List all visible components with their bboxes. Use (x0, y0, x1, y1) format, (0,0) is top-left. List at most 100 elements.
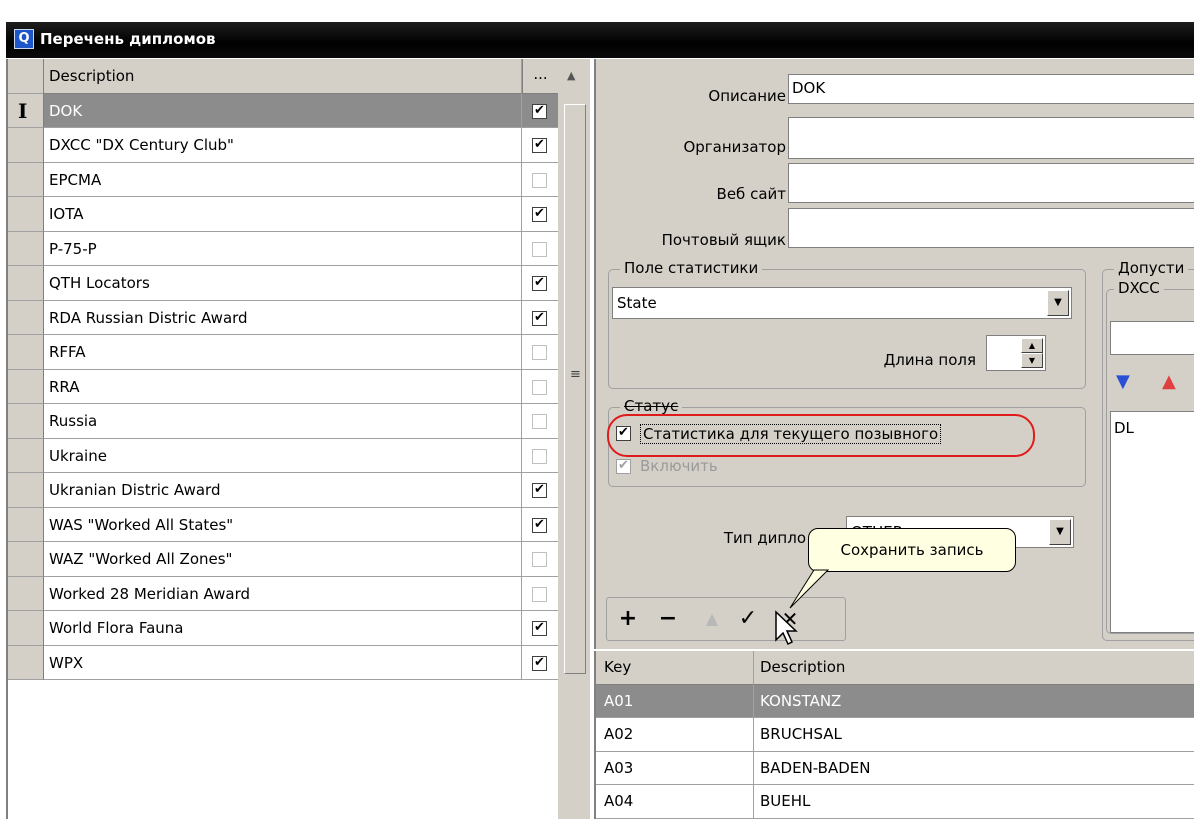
row-key[interactable]: A01 (596, 684, 754, 718)
table-row[interactable]: A02 BRUCHSAL (596, 718, 1194, 752)
award-enabled-checkbox[interactable]: ✔ (522, 508, 558, 542)
award-enabled-checkbox[interactable]: ✔ (522, 128, 558, 163)
row-indicator[interactable] (8, 231, 44, 266)
award-enabled-checkbox[interactable]: ✔ (522, 266, 558, 301)
dropdown-arrow-icon[interactable]: ▼ (1047, 290, 1069, 316)
list-item[interactable]: Ukranian Distric Award ✔ (8, 473, 558, 508)
award-description[interactable]: EPCMA (44, 162, 522, 197)
award-description[interactable]: RRA (44, 369, 522, 404)
list-item[interactable]: RDA Russian Distric Award ✔ (8, 300, 558, 335)
row-key[interactable]: A03 (596, 751, 754, 785)
award-enabled-checkbox[interactable] (522, 232, 558, 266)
list-item[interactable]: DXCC "DX Century Club" ✔ (8, 128, 558, 163)
field-length-spinner[interactable]: ▲ ▼ (986, 335, 1046, 371)
award-description[interactable]: WPX (44, 645, 522, 680)
list-item[interactable]: WPX ✔ (8, 645, 558, 680)
row-key[interactable]: A02 (596, 718, 754, 752)
row-indicator[interactable] (8, 162, 44, 197)
table-row[interactable]: A01 KONSTANZ (596, 684, 1194, 718)
award-enabled-checkbox[interactable]: ✔ (522, 611, 558, 646)
list-item[interactable]: Ukraine (8, 438, 558, 473)
organizer-field[interactable] (788, 117, 1194, 159)
list-item[interactable]: WAS "Worked All States" ✔ (8, 507, 558, 542)
row-indicator[interactable] (8, 335, 44, 370)
award-enabled-checkbox[interactable]: ✔ (522, 473, 558, 508)
stats-field-select[interactable]: State ▼ (612, 287, 1072, 319)
scroll-up-arrow-icon[interactable]: ▲ (567, 69, 575, 82)
award-enabled-checkbox[interactable]: ✔ (522, 646, 558, 680)
scroll-thumb[interactable]: ≡ (564, 104, 586, 674)
column-header-key[interactable]: Key (596, 651, 754, 685)
row-indicator[interactable] (8, 438, 44, 473)
row-indicator[interactable] (8, 507, 44, 542)
delete-record-button[interactable]: − (653, 604, 683, 634)
move-down-blue-icon[interactable]: ▼ (1116, 371, 1130, 392)
row-indicator[interactable] (8, 473, 44, 508)
award-description[interactable]: IOTA (44, 197, 522, 232)
row-indicator[interactable]: I (8, 93, 44, 128)
mailbox-field[interactable] (788, 208, 1194, 248)
award-description[interactable]: Russia (44, 404, 522, 439)
column-header-description[interactable]: Description (754, 651, 1194, 685)
award-description[interactable]: Ukraine (44, 438, 522, 473)
award-description[interactable]: Ukranian Distric Award (44, 473, 522, 508)
award-description[interactable]: P-75-P (44, 231, 522, 266)
column-header-description[interactable]: Description (44, 59, 522, 94)
award-description[interactable]: Worked 28 Meridian Award (44, 576, 522, 611)
award-description[interactable]: RDA Russian Distric Award (44, 300, 522, 335)
award-description[interactable]: WAZ "Worked All Zones" (44, 542, 522, 577)
row-indicator[interactable] (8, 197, 44, 232)
add-record-button[interactable]: + (613, 604, 643, 634)
list-item[interactable]: RRA (8, 369, 558, 404)
website-field[interactable] (788, 163, 1194, 203)
move-up-red-icon[interactable]: ▲ (1162, 371, 1176, 392)
award-description[interactable]: RFFA (44, 335, 522, 370)
award-enabled-checkbox[interactable] (522, 577, 558, 611)
column-header-flag[interactable]: ... (522, 59, 558, 94)
award-description[interactable]: QTH Locators (44, 266, 522, 301)
list-item[interactable]: World Flora Fauna ✔ (8, 611, 558, 646)
list-item[interactable]: Russia (8, 404, 558, 439)
list-scrollbar[interactable]: ▲ ≡ (560, 59, 590, 819)
row-indicator[interactable] (8, 300, 44, 335)
award-enabled-checkbox[interactable] (522, 404, 558, 439)
list-item[interactable]: RFFA (8, 335, 558, 370)
award-enabled-checkbox[interactable]: ✔ (522, 93, 558, 128)
row-indicator[interactable] (8, 128, 44, 163)
award-enabled-checkbox[interactable]: ✔ (522, 301, 558, 335)
table-row[interactable]: A03 BADEN-BADEN (596, 751, 1194, 785)
move-up-button[interactable]: ▲ (697, 604, 727, 634)
row-description[interactable]: BADEN-BADEN (754, 752, 1194, 785)
award-enabled-checkbox[interactable] (522, 439, 558, 473)
list-item[interactable]: P-75-P (8, 231, 558, 266)
award-enabled-checkbox[interactable] (522, 335, 558, 370)
row-indicator[interactable] (8, 645, 44, 680)
list-item[interactable]: I DOK ✔ (8, 93, 558, 128)
row-indicator[interactable] (8, 266, 44, 301)
save-record-button[interactable]: ✓ (733, 604, 763, 634)
award-description[interactable]: WAS "Worked All States" (44, 507, 522, 542)
title-bar[interactable]: Q Перечень дипломов (0, 0, 1194, 59)
dropdown-arrow-icon[interactable]: ▼ (1049, 519, 1071, 545)
award-enabled-checkbox[interactable] (522, 542, 558, 577)
spin-down-icon[interactable]: ▼ (1021, 353, 1043, 368)
dxcc-input[interactable] (1110, 321, 1194, 355)
list-item[interactable]: EPCMA (8, 162, 558, 197)
award-enabled-checkbox[interactable] (522, 370, 558, 404)
spin-up-icon[interactable]: ▲ (1021, 338, 1043, 353)
award-enabled-checkbox[interactable]: ✔ (522, 197, 558, 232)
award-enabled-checkbox[interactable] (522, 163, 558, 197)
row-key[interactable]: A04 (596, 785, 754, 819)
row-indicator[interactable] (8, 542, 44, 577)
table-row[interactable]: A04 BUEHL (596, 785, 1194, 819)
row-description[interactable]: BUEHL (754, 785, 1194, 819)
award-description[interactable]: World Flora Fauna (44, 611, 522, 646)
row-indicator[interactable] (8, 611, 44, 646)
award-description[interactable]: DOK (44, 93, 522, 128)
row-indicator[interactable] (8, 576, 44, 611)
row-indicator[interactable] (8, 369, 44, 404)
list-item[interactable]: IOTA ✔ (8, 197, 558, 232)
row-description[interactable]: BRUCHSAL (754, 718, 1194, 752)
row-description[interactable]: KONSTANZ (754, 684, 1194, 718)
award-description[interactable]: DXCC "DX Century Club" (44, 128, 522, 163)
